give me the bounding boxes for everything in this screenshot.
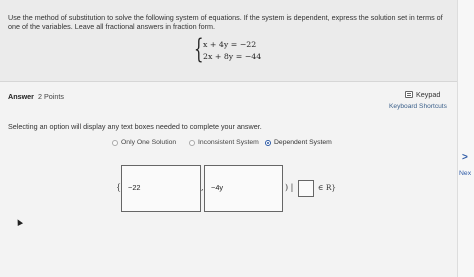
y-expression-value: −4y bbox=[211, 183, 224, 192]
keyboard-shortcuts-link[interactable]: Keyboard Shortcuts bbox=[389, 103, 447, 110]
radio-button[interactable] bbox=[189, 139, 195, 146]
option-label: Dependent System bbox=[274, 139, 332, 146]
question-panel: Use the method of substitution to solve … bbox=[0, 0, 457, 82]
question-instructions: Use the method of substitution to solve … bbox=[8, 13, 443, 32]
equation-2: 2x + 8y = −44 bbox=[203, 52, 262, 61]
keypad-button[interactable]: Keypad bbox=[405, 88, 447, 101]
set-close-paren: ) | bbox=[285, 183, 294, 192]
mouse-cursor-icon bbox=[14, 217, 24, 227]
radio-button[interactable] bbox=[112, 139, 118, 146]
next-panel bbox=[457, 0, 474, 277]
set-domain: ∈ R} bbox=[318, 183, 337, 192]
equation-1: x + 4y = −22 bbox=[203, 40, 257, 49]
option-only-one-solution[interactable]: Only One Solution bbox=[112, 139, 176, 146]
option-inconsistent-system[interactable]: Inconsistent System bbox=[189, 139, 259, 146]
option-label: Inconsistent System bbox=[198, 139, 259, 146]
next-button-label[interactable]: Nex bbox=[459, 170, 471, 177]
points-label: 2 Points bbox=[38, 92, 64, 101]
equation-system: { x + 4y = −22 2x + 8y = −44 bbox=[194, 35, 274, 66]
radio-button-selected[interactable] bbox=[265, 139, 271, 146]
y-expression-input[interactable]: −4y bbox=[204, 165, 283, 212]
option-label: Only One Solution bbox=[121, 139, 177, 146]
next-arrow-icon[interactable]: > bbox=[462, 152, 468, 163]
keypad-icon bbox=[405, 91, 413, 98]
answer-label: Answer bbox=[8, 92, 34, 101]
x-expression-value: −22 bbox=[128, 183, 141, 192]
keypad-label: Keypad bbox=[416, 90, 441, 99]
variable-input[interactable] bbox=[298, 180, 314, 197]
answer-prompt: Selecting an option will display any tex… bbox=[8, 122, 262, 131]
option-dependent-system[interactable]: Dependent System bbox=[265, 139, 332, 146]
x-expression-input[interactable]: −22 bbox=[121, 165, 201, 212]
